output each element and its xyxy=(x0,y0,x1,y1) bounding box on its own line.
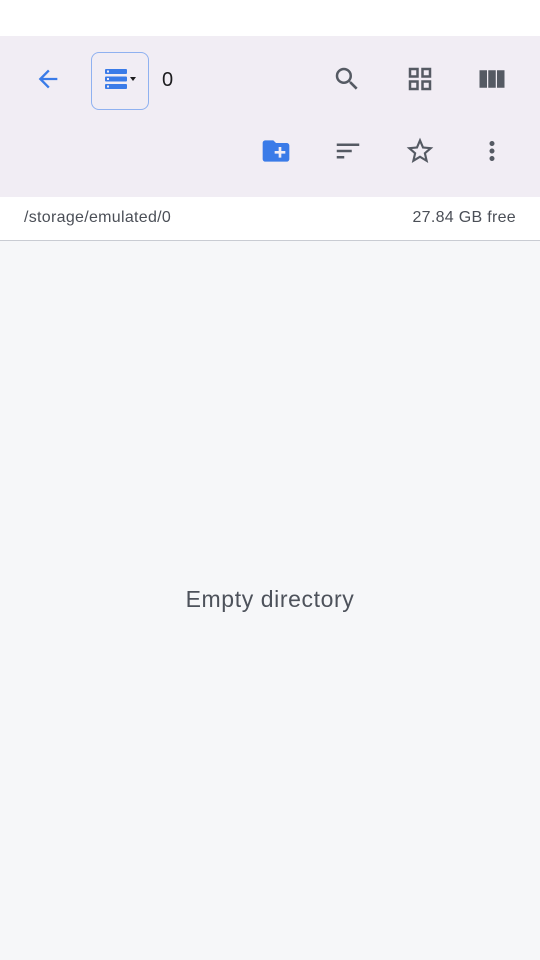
column-view-icon xyxy=(477,64,507,98)
empty-directory-message: Empty directory xyxy=(185,586,355,612)
storage-dropdown-icon xyxy=(103,67,137,95)
sort-button[interactable] xyxy=(324,129,372,177)
wifi-icon xyxy=(450,8,472,32)
status-bar: 5:10 xyxy=(0,0,540,36)
grid-view-button[interactable] xyxy=(396,57,444,105)
vibrate-icon xyxy=(416,8,436,32)
app-toolbar: 0 xyxy=(0,36,540,197)
storage-selector-button[interactable] xyxy=(91,52,149,110)
status-time: 5:10 xyxy=(10,6,55,27)
search-button[interactable] xyxy=(323,57,371,105)
more-options-button[interactable] xyxy=(468,129,516,177)
arrow-back-icon xyxy=(34,65,62,97)
path-bar: /storage/emulated/0 27.84 GB free xyxy=(0,197,540,241)
star-outline-icon xyxy=(404,135,436,171)
sort-icon xyxy=(333,136,363,170)
create-new-folder-icon xyxy=(260,135,292,171)
battery-icon xyxy=(520,7,532,33)
free-space-label: 27.84 GB free xyxy=(412,209,516,226)
back-button[interactable] xyxy=(24,57,72,105)
signal-icon xyxy=(486,8,506,32)
system-icons xyxy=(416,7,532,33)
grid-view-icon xyxy=(405,64,435,98)
search-icon xyxy=(332,64,362,98)
selection-count: 0 xyxy=(162,69,174,91)
more-vert-icon xyxy=(477,136,507,170)
column-view-button[interactable] xyxy=(468,57,516,105)
new-folder-button[interactable] xyxy=(252,129,300,177)
favorite-button[interactable] xyxy=(396,129,444,177)
current-path[interactable]: /storage/emulated/0 xyxy=(24,209,171,227)
